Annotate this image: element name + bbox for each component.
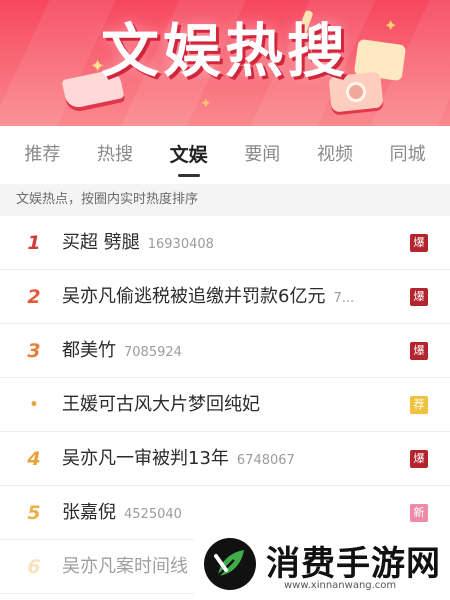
- rank-number: 4: [27, 448, 41, 470]
- banner: ✦ ✦ ✦ 文娱热搜: [0, 0, 450, 126]
- list-item[interactable]: 1 买超 劈腿 16930408 爆: [0, 216, 450, 270]
- tab-news[interactable]: 要闻: [240, 140, 284, 166]
- list-item-title: 吴亦凡案时间线: [62, 540, 196, 594]
- watermark: 消费手游网 www.xinnanwang.com: [194, 532, 450, 600]
- rank-number: 2: [27, 286, 41, 308]
- heat-count: 7085924: [124, 345, 182, 360]
- list-item[interactable]: 2 吴亦凡偷逃税被追缴并罚款6亿元 7... 爆: [0, 270, 450, 324]
- watermark-url: www.xinnanwang.com: [284, 580, 397, 591]
- list-item-title: 王媛可古风大片梦回纯妃: [62, 378, 268, 432]
- list-item-title: 吴亦凡偷逃税被追缴并罚款6亿元 7...: [62, 270, 354, 324]
- banner-title: 文娱热搜: [100, 17, 349, 85]
- topic-text: 买超 劈腿: [62, 232, 140, 253]
- list-item-title: 买超 劈腿 16930408: [62, 216, 214, 270]
- list-item-title: 都美竹 7085924: [62, 324, 182, 378]
- tab-local[interactable]: 同城: [386, 140, 430, 166]
- topic-text: 都美竹: [62, 340, 116, 361]
- rank-number: 6: [27, 556, 41, 578]
- tab-video[interactable]: 视频: [313, 140, 357, 166]
- topic-text: 吴亦凡偷逃税被追缴并罚款6亿元: [62, 286, 326, 307]
- topic-text: 吴亦凡案时间线: [62, 556, 188, 577]
- heat-count: 16930408: [147, 237, 214, 252]
- hot-badge: 爆: [410, 234, 428, 252]
- tab-hot-search[interactable]: 热搜: [93, 140, 137, 166]
- list-item-title: 张嘉倪 4525040: [62, 486, 182, 540]
- topic-text: 张嘉倪: [62, 502, 116, 523]
- recommend-badge: 荐: [410, 396, 428, 414]
- tab-bar: 推荐 热搜 文娱 要闻 视频 同城: [0, 126, 450, 180]
- list-item[interactable]: 4 吴亦凡一审被判13年 6748067 爆: [0, 432, 450, 486]
- tab-entertainment[interactable]: 文娱: [166, 140, 212, 177]
- new-badge: 新: [410, 504, 428, 522]
- topic-text: 王媛可古风大片梦回纯妃: [62, 394, 260, 415]
- hot-badge: 爆: [410, 342, 428, 360]
- rank-number: 3: [27, 340, 41, 362]
- watermark-text: 消费手游网: [266, 544, 441, 584]
- list-item-title: 吴亦凡一审被判13年 6748067: [62, 432, 295, 486]
- hot-badge: 爆: [410, 450, 428, 468]
- tab-recommend[interactable]: 推荐: [20, 140, 64, 166]
- hot-badge: 爆: [410, 288, 428, 306]
- heat-count: 6748067: [236, 453, 295, 468]
- star-icon: ✦: [200, 96, 212, 112]
- section-hint: 文娱热点，按圈内实时热度排序: [0, 184, 450, 216]
- rank-number: 1: [27, 232, 41, 254]
- heat-count: 4525040: [124, 507, 182, 522]
- leaf-logo-icon: [204, 538, 256, 590]
- list-item[interactable]: • 王媛可古风大片梦回纯妃 荐: [0, 378, 450, 432]
- heat-count: 7...: [333, 291, 355, 306]
- list-item[interactable]: 3 都美竹 7085924 爆: [0, 324, 450, 378]
- rank-number: 5: [27, 502, 41, 524]
- rank-dot: •: [29, 397, 39, 413]
- topic-text: 吴亦凡一审被判13年: [62, 448, 229, 469]
